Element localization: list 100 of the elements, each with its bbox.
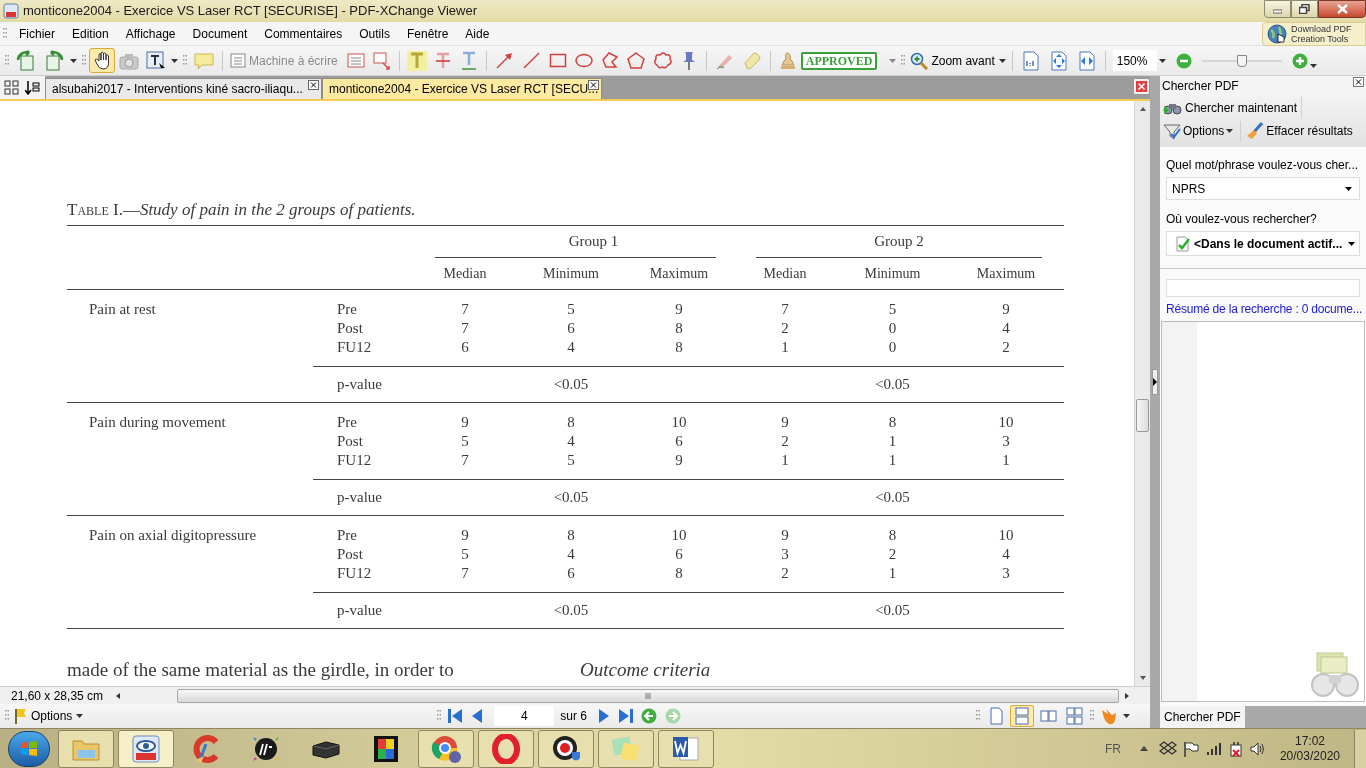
rectangle-icon[interactable]	[548, 51, 567, 70]
options-button[interactable]: Options	[12, 706, 75, 726]
dropdown-caret-icon[interactable]	[70, 58, 77, 63]
last-page-icon[interactable]	[618, 707, 635, 725]
page-number-field[interactable]: 4	[494, 706, 555, 726]
menu-item[interactable]: Aide	[458, 23, 497, 44]
rotate-right-icon[interactable]	[43, 49, 65, 72]
fit-width-icon[interactable]	[1077, 50, 1096, 71]
scroll-down-icon[interactable]	[1138, 675, 1147, 681]
stamp-icon[interactable]	[778, 50, 797, 71]
sort-icon[interactable]	[25, 80, 40, 95]
toolbar-grip-icon[interactable]	[82, 53, 86, 68]
cloud-icon[interactable]	[652, 51, 672, 70]
ellipse-icon[interactable]	[574, 51, 593, 70]
menu-item[interactable]: Outils	[352, 23, 397, 44]
arrow-icon[interactable]	[494, 51, 514, 70]
menu-item[interactable]: Commentaires	[257, 23, 350, 44]
pdf-viewer-icon	[130, 733, 162, 764]
slider-thumb[interactable]	[1236, 54, 1247, 67]
toolbar-grip-icon[interactable]	[3, 26, 7, 41]
pentagon-icon[interactable]	[626, 51, 645, 70]
dropdown-caret-icon[interactable]	[171, 58, 178, 63]
polyline-icon[interactable]	[600, 51, 619, 70]
search-now-button[interactable]: Chercher maintenant	[1163, 97, 1303, 118]
menu-item[interactable]: Fichier	[12, 23, 62, 44]
taskbar-button[interactable]	[118, 729, 174, 768]
clear-results-button[interactable]: Effacer résultats	[1246, 120, 1353, 142]
show-desktop-button[interactable]	[1354, 729, 1366, 768]
dropbox-icon[interactable]	[1158, 741, 1177, 756]
maximize-button[interactable]	[1291, 0, 1318, 18]
clock-date[interactable]: 20/03/2020	[1279, 748, 1340, 764]
panel-close-icon[interactable]	[1353, 77, 1364, 87]
dropdown-caret-icon[interactable]	[1123, 714, 1131, 718]
back-icon[interactable]	[641, 708, 658, 724]
dropdown-caret-icon[interactable]	[1226, 129, 1234, 133]
close-button[interactable]	[1318, 0, 1366, 18]
taskbar-button[interactable]	[658, 729, 714, 768]
scrollbar-thumb[interactable]	[1136, 399, 1149, 432]
menu-item[interactable]: Edition	[65, 23, 116, 44]
search-scope-combobox[interactable]: <Dans le document actif...	[1166, 231, 1360, 256]
menu-item[interactable]: Document	[185, 23, 255, 44]
scroll-left-icon[interactable]	[115, 691, 121, 700]
options-button[interactable]: Options	[1163, 120, 1225, 142]
zoom-field[interactable]: 150%	[1112, 50, 1157, 71]
thumbnails-icon[interactable]	[4, 80, 19, 95]
tab-close-icon[interactable]	[308, 80, 319, 90]
strikeout-text-icon[interactable]	[433, 50, 452, 71]
dropdown-caret-icon[interactable]	[1348, 241, 1356, 246]
dropdown-caret-icon[interactable]	[998, 58, 1006, 63]
close-document-icon[interactable]	[1133, 78, 1150, 95]
start-button[interactable]	[8, 730, 50, 767]
toolbar-grip-icon[interactable]	[901, 53, 906, 68]
signal-icon[interactable]	[1205, 741, 1222, 756]
volume-icon[interactable]	[1249, 740, 1266, 757]
toolbar-grip-icon[interactable]	[183, 53, 187, 68]
dropdown-caret-icon[interactable]	[1309, 63, 1317, 68]
power-icon[interactable]	[1227, 740, 1244, 757]
p-value-cell-text: <0.05	[553, 488, 589, 508]
camera-icon[interactable]	[119, 51, 139, 70]
zoom-out-icon[interactable]	[1175, 52, 1192, 69]
panel-tab[interactable]: Chercher PDF	[1160, 706, 1245, 728]
clock-time[interactable]: 17:02	[1294, 733, 1325, 749]
show-hidden-icons-icon[interactable]	[1138, 745, 1149, 752]
line-icon[interactable]	[521, 51, 541, 70]
vertical-scrollbar[interactable]	[1134, 101, 1150, 686]
rotate-left-icon[interactable]	[15, 49, 37, 72]
menu-item[interactable]: Fenêtre	[399, 23, 456, 44]
collapse-panel-icon[interactable]	[1153, 378, 1157, 386]
document-tab[interactable]: monticone2004 - Exercice VS Laser RCT [SECU...	[322, 78, 602, 99]
scroll-up-icon[interactable]	[1138, 106, 1147, 112]
phase-label: Pre	[337, 414, 357, 430]
underline-text-icon[interactable]	[459, 50, 478, 71]
language-indicator[interactable]: FR	[1104, 739, 1121, 758]
zoom-in-button[interactable]: Zoom avant	[908, 48, 997, 73]
flag-icon[interactable]	[1182, 740, 1199, 757]
toolbar-grip-icon[interactable]	[976, 709, 981, 723]
toolbar-grip-icon[interactable]	[437, 709, 442, 723]
horizontal-scrollbar[interactable]	[177, 688, 1119, 703]
download-pdf-tools-button[interactable]: Download PDF Creation Tools	[1262, 22, 1366, 46]
toolbar-grip-icon[interactable]	[5, 53, 9, 68]
search-term-combobox[interactable]: NPRS	[1166, 177, 1360, 200]
toolbar-grip-icon[interactable]	[1090, 709, 1095, 723]
callout-icon[interactable]	[372, 51, 391, 70]
text-select-icon[interactable]	[146, 51, 166, 70]
page-layout-button[interactable]	[1010, 705, 1035, 727]
text-box-icon[interactable]	[346, 52, 365, 69]
hand-tool-button[interactable]	[89, 48, 115, 73]
windows-logo-icon	[20, 740, 38, 757]
first-page-icon[interactable]	[447, 707, 464, 725]
dropdown-caret-icon[interactable]	[1158, 58, 1166, 63]
document-tab[interactable]: alsubahi2017 - Interventions kiné sacro-iliaqu...	[45, 78, 322, 99]
dropdown-caret-icon[interactable]	[1345, 186, 1352, 191]
scroll-right-icon[interactable]	[1124, 691, 1130, 700]
dropdown-caret-icon[interactable]	[76, 714, 84, 718]
menu-item[interactable]: Affichage	[118, 23, 183, 44]
actual-size-icon[interactable]	[1021, 50, 1040, 71]
highlight-text-icon[interactable]	[406, 50, 427, 71]
toolbar-grip-icon[interactable]	[5, 709, 9, 723]
fit-page-icon[interactable]	[1049, 50, 1068, 71]
taskbar-button[interactable]	[538, 729, 594, 768]
